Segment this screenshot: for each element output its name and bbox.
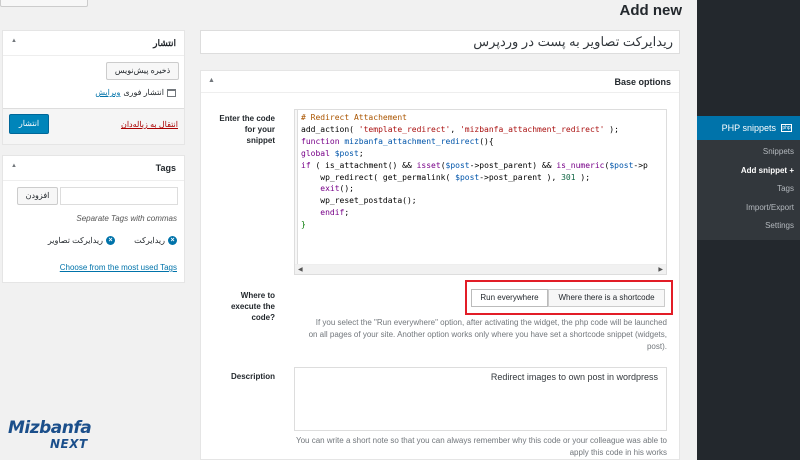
tag-label: ریدایرکت تصاویر bbox=[47, 236, 103, 245]
description-help-text: You can write a short note so that you c… bbox=[295, 436, 667, 457]
remove-tag-icon[interactable]: × bbox=[106, 236, 115, 245]
edit-link[interactable]: ویرایش bbox=[95, 88, 120, 97]
scope-help-text: If you select the "Run everywhere" optio… bbox=[308, 318, 667, 351]
logo-sub: NEXT bbox=[50, 437, 88, 451]
code-line-8: wp_reset_postdata(); bbox=[301, 196, 417, 206]
tag-input[interactable] bbox=[60, 187, 178, 205]
code-label: Enter the code for your snippet bbox=[219, 114, 275, 145]
code-line-5: if ( is_attachment() && isset($post->pos… bbox=[301, 160, 648, 170]
mizbanfa-logo: Mizbanfa NEXT bbox=[8, 418, 100, 456]
logo-brand: Mizbanfa bbox=[8, 418, 92, 438]
submenu-item-tags[interactable]: Tags bbox=[777, 184, 794, 193]
shortcode-button[interactable]: Where there is a shortcode bbox=[548, 289, 665, 307]
where-label: Where to execute the code? bbox=[230, 291, 275, 322]
code-line-7: exit(); bbox=[320, 184, 354, 194]
code-line-4: global $post; bbox=[301, 148, 364, 158]
code-horizontal-scrollbar[interactable]: ◀ ▶ bbox=[295, 264, 666, 274]
publish-status-text: انتشار فوری bbox=[123, 88, 164, 97]
collapse-arrow-icon[interactable]: ▲ bbox=[11, 38, 17, 44]
menu-pointer bbox=[691, 122, 697, 134]
scroll-right-icon[interactable]: ▶ bbox=[658, 265, 663, 275]
post-title-input[interactable]: ریدایرکت تصاویر به پست در وردپرس bbox=[200, 30, 680, 54]
divider bbox=[3, 180, 184, 181]
code-line-9: endif; bbox=[320, 208, 350, 218]
submenu-item-add-snippet[interactable]: Add snippet + bbox=[741, 166, 794, 175]
menu-item-label: PHP snippets bbox=[721, 123, 776, 133]
run-everywhere-button[interactable]: Run everywhere bbox=[471, 289, 548, 307]
submenu-item-settings[interactable]: Settings bbox=[765, 221, 794, 230]
save-draft-button[interactable]: ذخیره پیش‌نویس bbox=[106, 62, 179, 80]
remove-tag-icon[interactable]: × bbox=[168, 236, 177, 245]
code-editor[interactable]: # Redirect Attachement add_action( 'temp… bbox=[294, 109, 667, 275]
publish-box: ▲ انتشار ذخیره پیش‌نویس ویرایش انتشار فو… bbox=[2, 30, 185, 145]
tag-item: ریدایرکت × bbox=[134, 236, 177, 245]
scroll-left-icon[interactable]: ◀ bbox=[298, 265, 303, 275]
collapse-arrow-icon[interactable]: ▲ bbox=[11, 163, 17, 169]
code-line-3: function mizbanfa_attachment_redirect(){ bbox=[301, 136, 494, 146]
publish-button[interactable]: انتشار bbox=[9, 114, 49, 134]
submenu-item-import-export[interactable]: Import/Export bbox=[746, 203, 794, 212]
code-line-1: # Redirect Attachement bbox=[301, 113, 407, 122]
publish-title: انتشار bbox=[153, 38, 176, 48]
base-options-header[interactable]: ▲ Base options bbox=[201, 71, 679, 93]
add-tag-button[interactable]: افزودن bbox=[17, 187, 58, 205]
menu-item-php-snippets[interactable]: PHP snippets php bbox=[691, 116, 800, 140]
submenu-item-snippets[interactable]: Snippets bbox=[763, 147, 794, 156]
code-text[interactable]: # Redirect Attachement add_action( 'temp… bbox=[301, 112, 648, 231]
code-line-10: } bbox=[301, 220, 306, 230]
description-label: Description bbox=[230, 372, 275, 381]
tag-item: ریدایرکت تصاویر × bbox=[48, 236, 115, 245]
tags-box: ▲ Tags افزودن Separate Tags with commas … bbox=[2, 155, 185, 283]
php-icon: php bbox=[781, 124, 792, 132]
code-gutter bbox=[295, 110, 298, 265]
divider bbox=[3, 55, 184, 56]
most-used-tags-link[interactable]: Choose from the most used Tags bbox=[60, 263, 177, 272]
top-left-button[interactable] bbox=[0, 0, 88, 7]
tags-help-text: Separate Tags with commas bbox=[76, 214, 177, 223]
move-to-trash-link[interactable]: انتقال به زباله‌دان bbox=[121, 120, 178, 129]
collapse-arrow-icon[interactable]: ▲ bbox=[208, 77, 215, 84]
code-line-6: wp_redirect( get_permalink( $post->post_… bbox=[301, 172, 591, 182]
tag-label: ریدایرکت bbox=[134, 236, 165, 245]
calendar-icon bbox=[167, 88, 176, 97]
publish-footer: انتشار انتقال به زباله‌دان bbox=[3, 108, 184, 144]
page-title: Add new bbox=[619, 2, 683, 19]
tags-title: Tags bbox=[155, 163, 176, 173]
publish-status: ویرایش انتشار فوری bbox=[95, 88, 176, 97]
base-options-box: ▲ Base options Enter the code for your s… bbox=[200, 70, 680, 460]
base-options-title: Base options bbox=[614, 77, 671, 87]
code-line-2: add_action( 'template_redirect', 'mizban… bbox=[301, 124, 619, 134]
description-textarea[interactable]: Redirect images to own post in wordpress bbox=[294, 367, 667, 431]
